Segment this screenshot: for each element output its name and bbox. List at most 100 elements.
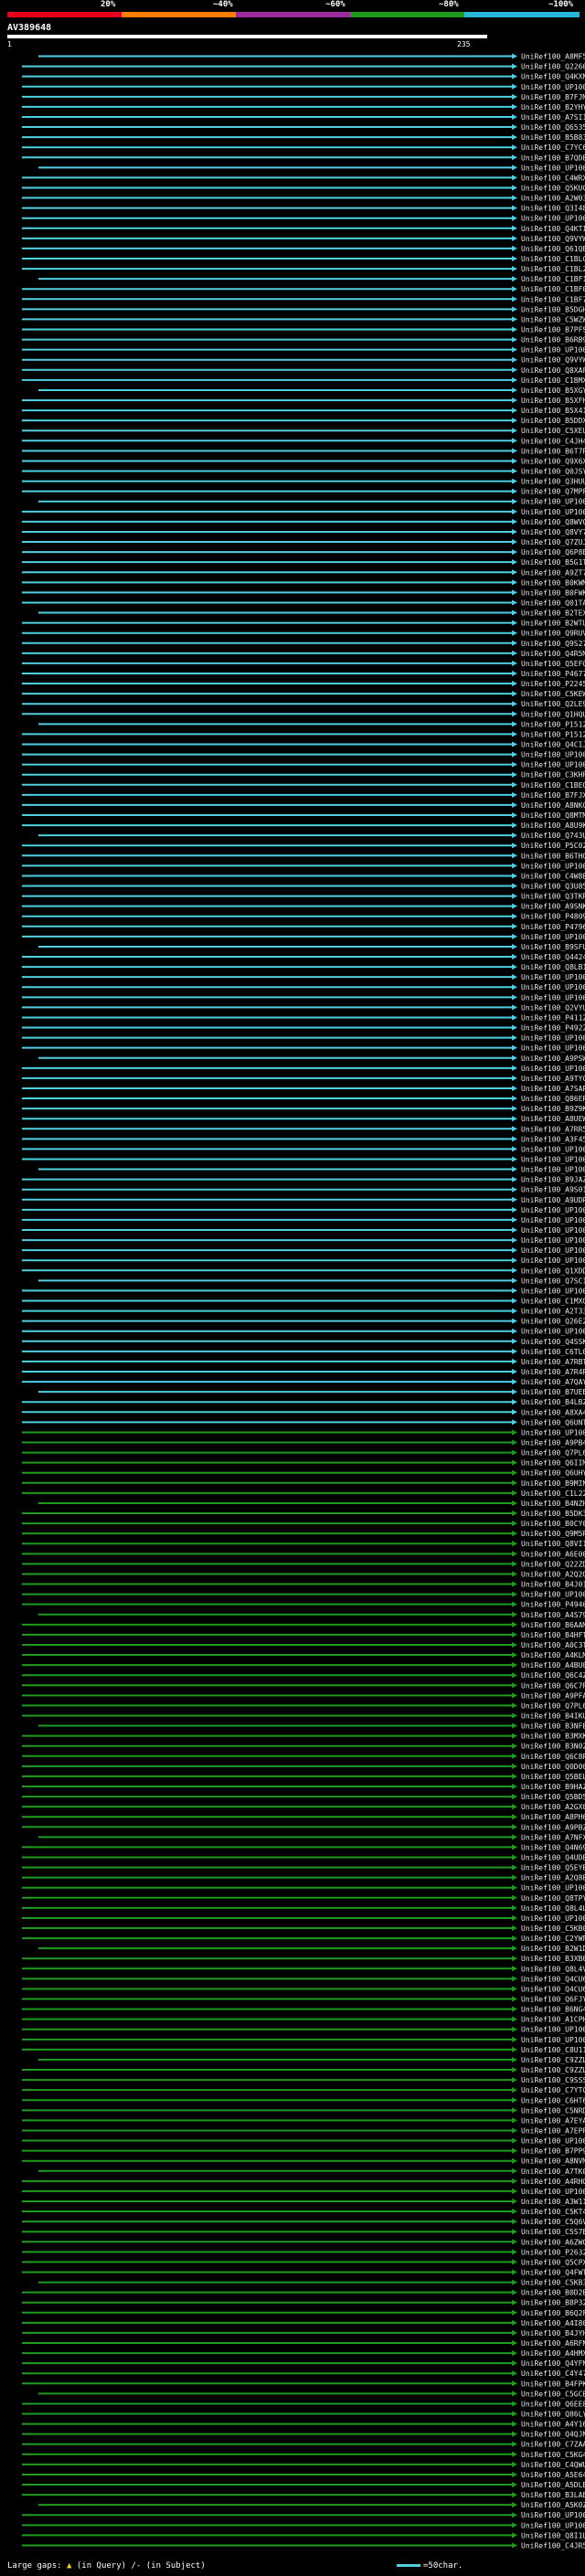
hit-label[interactable]: UniRef100_C1BF77 xyxy=(521,295,585,303)
hit-row[interactable]: UniRef100_Q4SSK4 xyxy=(22,1338,585,1346)
hit-label[interactable]: UniRef100_A1CPH2 xyxy=(521,2016,585,2024)
hit-label[interactable]: UniRef100_A2Q8E4 xyxy=(521,1874,585,1882)
hit-label[interactable]: UniRef100_C5KEW8 xyxy=(521,690,585,698)
hit-label[interactable]: UniRef100_P22451 xyxy=(521,680,585,688)
hit-label[interactable]: UniRef100_Q4KTI3 xyxy=(521,225,585,233)
hit-row[interactable]: UniRef100_A0C3T5 xyxy=(22,1641,585,1649)
hit-row[interactable]: UniRef100_B0CY08 xyxy=(22,1520,585,1528)
hit-label[interactable]: UniRef100_B3NFB1 xyxy=(521,1723,585,1731)
hit-label[interactable]: UniRef100_UP1000... xyxy=(521,1145,585,1153)
hit-row[interactable]: UniRef100_B5DDX0 xyxy=(22,417,585,425)
hit-row[interactable]: UniRef100_C1BLC4 xyxy=(22,255,585,263)
hit-row[interactable]: UniRef100_P48095 xyxy=(22,913,585,921)
hit-row[interactable]: UniRef100_P41125 xyxy=(22,1013,585,1022)
hit-row[interactable]: UniRef100_Q4YFN4 xyxy=(22,2359,585,2368)
hit-label[interactable]: UniRef100_Q3HUU5 xyxy=(521,478,585,486)
hit-label[interactable]: UniRef100_UP1000... xyxy=(521,973,585,981)
hit-row[interactable]: UniRef100_Q9RUV4 xyxy=(22,630,585,638)
hit-label[interactable]: UniRef100_B9HAZ3 xyxy=(521,1783,585,1791)
hit-label[interactable]: UniRef100_C7YTC1 xyxy=(521,2086,585,2094)
hit-label[interactable]: UniRef100_C4WRX7 xyxy=(521,174,585,182)
hit-row[interactable]: UniRef100_C1BEQ7 xyxy=(22,781,585,790)
hit-row[interactable]: UniRef100_UP1000... xyxy=(22,2521,585,2529)
hit-row[interactable]: UniRef100_Q1HQU2 xyxy=(22,710,585,718)
hit-row[interactable]: UniRef100_A9UDR2 xyxy=(22,1196,585,1204)
hit-row[interactable]: UniRef100_A9PFA8 xyxy=(22,1691,585,1700)
hit-label[interactable]: UniRef100_C1BLC4 xyxy=(521,255,585,263)
hit-label[interactable]: UniRef100_Q8TPY0 xyxy=(521,1894,585,1903)
hit-row[interactable]: UniRef100_B4JYH7 xyxy=(22,2329,585,2337)
hit-label[interactable]: UniRef100_C9SSS4 xyxy=(521,2076,585,2084)
hit-row[interactable]: UniRef100_B6THG9 xyxy=(22,852,585,860)
hit-label[interactable]: UniRef100_B4IKU1 xyxy=(521,1712,585,1720)
hit-label[interactable]: UniRef100_UP1000... xyxy=(521,2521,585,2529)
hit-label[interactable]: UniRef100_B6THG9 xyxy=(521,852,585,860)
hit-row[interactable]: UniRef100_UP1000... xyxy=(22,1328,585,1336)
hit-row[interactable]: UniRef100_A6ZWC1 xyxy=(22,2238,585,2246)
hit-row[interactable]: UniRef100_B7PP90 xyxy=(22,2147,585,2156)
hit-row[interactable]: UniRef100_C5GCB5 xyxy=(38,2390,585,2398)
hit-row[interactable]: UniRef100_A8U9K9 xyxy=(22,822,585,830)
hit-label[interactable]: UniRef100_B9Z9K8 xyxy=(521,1105,585,1113)
hit-row[interactable]: UniRef100_B2TEX9 xyxy=(38,610,585,618)
hit-row[interactable]: UniRef100_UP1000... xyxy=(22,1428,585,1436)
hit-row[interactable]: UniRef100_Q8WVC2 xyxy=(22,518,585,526)
hit-row[interactable]: UniRef100_B4HFT7 xyxy=(22,1631,585,1639)
hit-label[interactable]: UniRef100_Q86EP8 xyxy=(521,1095,585,1103)
hit-row[interactable]: UniRef100_B0KWM5 xyxy=(22,578,585,587)
hit-label[interactable]: UniRef100_C5KB34 xyxy=(521,2279,585,2287)
hit-row[interactable]: UniRef100_C5KT46 xyxy=(22,2208,585,2216)
hit-row[interactable]: UniRef100_Q4R5M0 xyxy=(22,650,585,658)
hit-row[interactable]: UniRef100_Q8VI15 xyxy=(22,1540,585,1548)
hit-label[interactable]: UniRef100_Q8VY77 xyxy=(521,528,585,536)
hit-label[interactable]: UniRef100_Q6FJY0 xyxy=(521,1996,585,2004)
hit-label[interactable]: UniRef100_A2W033 xyxy=(521,195,585,203)
hit-label[interactable]: UniRef100_UP1000... xyxy=(521,2511,585,2519)
hit-row[interactable]: UniRef100_B4NZH3 xyxy=(38,1500,585,1508)
hit-row[interactable]: UniRef100_UP1000... xyxy=(22,983,585,991)
hit-row[interactable]: UniRef100_B7UEB4 xyxy=(38,1388,585,1396)
hit-label[interactable]: UniRef100_Q8VI15 xyxy=(521,1540,585,1548)
hit-label[interactable]: UniRef100_C1BEQ7 xyxy=(521,781,585,790)
hit-row[interactable]: UniRef100_C1L227 xyxy=(22,1489,585,1498)
hit-label[interactable]: UniRef100_Q8LB11 xyxy=(521,963,585,971)
hit-label[interactable]: UniRef100_A4BU03 xyxy=(521,1661,585,1670)
query-name[interactable]: AV389648 xyxy=(7,23,51,33)
hit-label[interactable]: UniRef100_UP1000... xyxy=(521,1287,585,1295)
hit-label[interactable]: UniRef100_A2GX03 xyxy=(521,1803,585,1811)
hit-label[interactable]: UniRef100_A4HMX3 xyxy=(521,2349,585,2358)
hit-row[interactable]: UniRef100_C5WZW1 xyxy=(22,315,585,323)
hit-label[interactable]: UniRef100_Q2LE90 xyxy=(521,700,585,708)
hit-row[interactable]: UniRef100_B6NG46 xyxy=(22,2006,585,2014)
hit-row[interactable]: UniRef100_Q9X6X9 xyxy=(22,457,585,465)
hit-label[interactable]: UniRef100_A2T337 xyxy=(521,1308,585,1316)
hit-label[interactable]: UniRef100_Q7ZUJ4 xyxy=(521,538,585,546)
hit-row[interactable]: UniRef100_A4BU03 xyxy=(22,1661,585,1670)
hit-row[interactable]: UniRef100_UP1000... xyxy=(22,215,585,223)
hit-label[interactable]: UniRef100_A5DLB6 xyxy=(521,2481,585,2489)
hit-row[interactable]: UniRef100_Q4CIJ8 xyxy=(22,740,585,748)
hit-label[interactable]: UniRef100_Q22ZD4 xyxy=(521,1560,585,1568)
hit-row[interactable]: UniRef100_UP1000... xyxy=(22,973,585,981)
hit-row[interactable]: UniRef100_A9SNK8 xyxy=(22,903,585,911)
hit-label[interactable]: UniRef100_UP1000... xyxy=(521,1328,585,1336)
hit-row[interactable]: UniRef100_UP1000... xyxy=(22,1034,585,1043)
hit-label[interactable]: UniRef100_C2YWF0 xyxy=(521,1935,585,1943)
hit-row[interactable]: UniRef100_A5K0Z7 xyxy=(38,2501,585,2509)
hit-row[interactable]: UniRef100_A8MF55 xyxy=(38,53,585,61)
hit-label[interactable]: UniRef100_Q61QB1 xyxy=(521,245,585,253)
hit-row[interactable]: UniRef100_C4WRX7 xyxy=(22,174,585,182)
hit-row[interactable]: UniRef100_P15125 xyxy=(22,730,585,738)
hit-label[interactable]: UniRef100_Q65353 xyxy=(521,123,585,132)
hit-row[interactable]: UniRef100_C5KG47 xyxy=(22,2451,585,2459)
hit-row[interactable]: UniRef100_A2Q2Q4 xyxy=(22,1570,585,1578)
hit-label[interactable]: UniRef100_Q8WVC2 xyxy=(521,518,585,526)
hit-row[interactable]: UniRef100_Q6FJY0 xyxy=(22,1996,585,2004)
hit-label[interactable]: UniRef100_B7PFS8 xyxy=(521,326,585,334)
hit-row[interactable]: UniRef100_Q9S276 xyxy=(22,640,585,648)
hit-row[interactable]: UniRef100_Q86EP8 xyxy=(22,1095,585,1103)
hit-label[interactable]: UniRef100_B2YHY0 xyxy=(521,103,585,111)
hit-label[interactable]: UniRef100_A9PBZ9 xyxy=(521,1823,585,1831)
hit-label[interactable]: UniRef100_B3N025 xyxy=(521,1743,585,1751)
hit-row[interactable]: UniRef100_C5S7B1 xyxy=(22,2228,585,2236)
